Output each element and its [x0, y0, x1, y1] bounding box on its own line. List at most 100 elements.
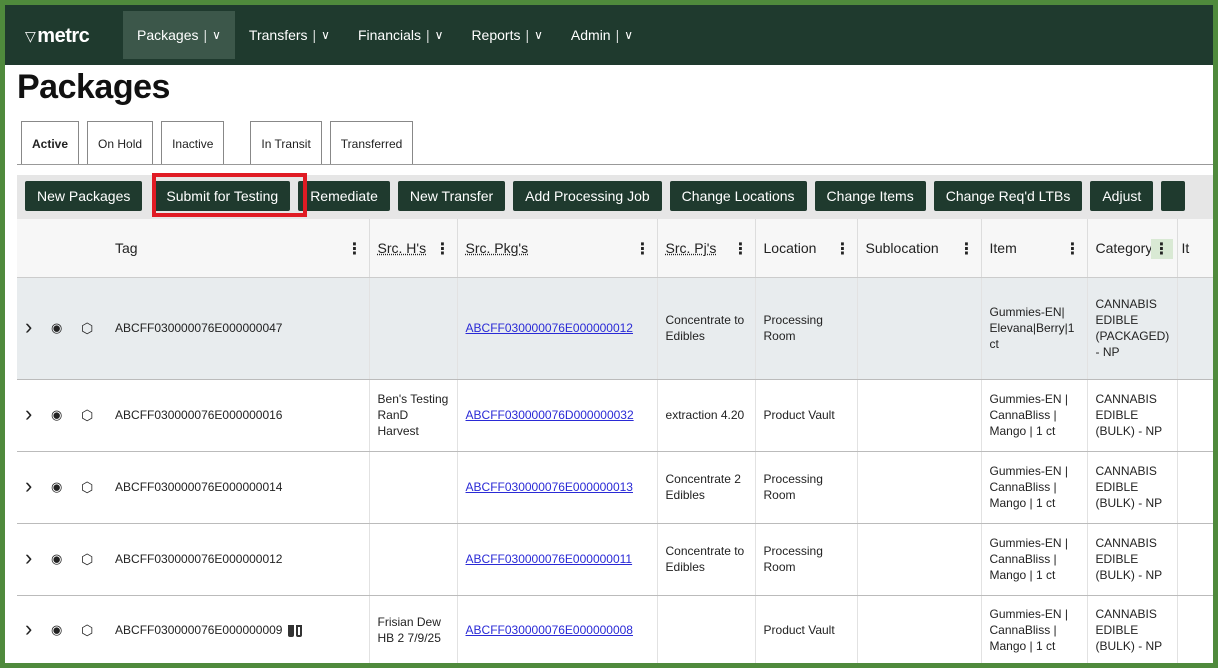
column-menu-icon[interactable]: ⋮ — [435, 239, 451, 259]
tab-inactive[interactable]: Inactive — [161, 121, 225, 165]
header-label: Sublocation — [865, 239, 939, 256]
tab-active[interactable]: Active — [21, 121, 80, 165]
header-label: It — [1181, 239, 1190, 256]
nav-label: Admin — [570, 27, 611, 43]
test-tube-icon — [287, 624, 294, 637]
column-header-location[interactable]: Location ⋮ — [755, 219, 858, 278]
chevron-down-icon[interactable]: ∨ — [534, 28, 543, 42]
cell-src-h — [369, 523, 458, 596]
nav-label: Packages — [137, 27, 199, 43]
more-button[interactable] — [1161, 181, 1186, 211]
eye-icon[interactable]: ◉ — [51, 407, 62, 422]
cell-src-pkg: ABCFF030000076E000000011 — [457, 523, 658, 596]
package-tag: ABCFF030000076E000000012 — [115, 552, 283, 566]
chevron-right-icon[interactable]: › — [25, 545, 32, 570]
eye-icon[interactable]: ◉ — [51, 622, 62, 637]
nav-admin[interactable]: Admin | ∨ — [557, 5, 647, 65]
chevron-down-icon[interactable]: ∨ — [212, 28, 221, 42]
cell-location: Processing Room — [755, 523, 858, 596]
chevron-down-icon[interactable]: ∨ — [624, 28, 633, 42]
eye-icon[interactable]: ◉ — [51, 551, 62, 566]
tab-in-transit[interactable]: In Transit — [250, 121, 322, 165]
column-menu-icon[interactable]: ⋮ — [635, 239, 651, 259]
table-row[interactable]: › ◉ ⬡ ABCFF030000076E000000016 Ben's Testin… — [17, 379, 1213, 452]
adjust-button[interactable]: Adjust — [1090, 181, 1154, 211]
cell-tag: ABCFF030000076E000000009 — [107, 595, 370, 663]
box-icon: ⬡ — [81, 406, 94, 423]
cell-src-pj — [657, 595, 756, 663]
chevron-down-icon[interactable]: ∨ — [435, 28, 444, 42]
chevron-right-icon[interactable]: › — [25, 314, 32, 339]
nav-financials[interactable]: Financials | ∨ — [344, 5, 457, 65]
chevron-right-icon[interactable]: › — [25, 616, 32, 641]
tab-on-hold[interactable]: On Hold — [87, 121, 154, 165]
column-header-category[interactable]: Category ⋮ — [1087, 219, 1178, 278]
page-title: Packages — [17, 68, 170, 106]
metrc-logo[interactable]: ▽ metrc — [25, 25, 90, 48]
column-header-src-pj[interactable]: Src. Pj's ⋮ — [657, 219, 756, 278]
header-label: Src. H's — [377, 239, 427, 256]
table-row[interactable]: › ◉ ⬡ ABCFF030000076E000000047 ABCFF0300000… — [17, 277, 1213, 380]
column-header-it[interactable]: It — [1177, 219, 1213, 278]
tab-transferred[interactable]: Transferred — [329, 121, 414, 165]
change-locations-button[interactable]: Change Locations — [669, 181, 807, 211]
source-package-link[interactable]: ABCFF030000076E000000008 — [466, 623, 633, 637]
cell-location: Processing Room — [755, 451, 858, 524]
table-row[interactable]: › ◉ ⬡ ABCFF030000076E000000014 ABCFF0300000… — [17, 451, 1213, 524]
source-package-link[interactable]: ABCFF030000076D000000032 — [466, 408, 634, 422]
cell-tag: ABCFF030000076E000000012 — [107, 523, 370, 596]
chevron-right-icon[interactable]: › — [25, 401, 32, 426]
add-processing-job-button[interactable]: Add Processing Job — [513, 181, 662, 211]
column-menu-icon[interactable]: ⋮ — [959, 239, 975, 259]
cell-it — [1177, 379, 1213, 452]
box-icon: ⬡ — [81, 319, 94, 336]
column-menu-icon[interactable]: ⋮ — [733, 239, 749, 259]
new-transfer-button[interactable]: New Transfer — [397, 181, 506, 211]
chevron-down-icon[interactable]: ∨ — [321, 28, 330, 42]
column-menu-icon[interactable]: ⋮ — [1065, 239, 1081, 259]
nav-packages[interactable]: Packages | ∨ — [123, 11, 235, 59]
package-tag: ABCFF030000076E000000014 — [115, 480, 283, 494]
table-row[interactable]: › ◉ ⬡ ABCFF030000076E000000009 Frisian Dew … — [17, 595, 1213, 663]
cell-src-pj: extraction 4.20 — [657, 379, 756, 452]
nav-reports[interactable]: Reports | ∨ — [457, 5, 556, 65]
change-items-button[interactable]: Change Items — [814, 181, 926, 211]
package-tag: ABCFF030000076E000000016 — [115, 408, 283, 422]
eye-icon[interactable]: ◉ — [51, 479, 62, 494]
eye-icon[interactable]: ◉ — [51, 320, 62, 335]
table-row[interactable]: › ◉ ⬡ ABCFF030000076E000000012 ABCFF0300000… — [17, 523, 1213, 596]
header-label: Category — [1095, 239, 1153, 256]
cell-src-pj: Concentrate to Edibles — [657, 277, 756, 380]
column-header-item[interactable]: Item ⋮ — [981, 219, 1088, 278]
cell-it — [1177, 523, 1213, 596]
column-header-src-h[interactable]: Src. H's ⋮ — [369, 219, 458, 278]
box-icon: ⬡ — [81, 550, 94, 567]
source-package-link[interactable]: ABCFF030000076E000000013 — [466, 480, 633, 494]
source-package-link[interactable]: ABCFF030000076E000000012 — [466, 321, 633, 335]
nav-separator: | — [426, 27, 430, 43]
cell-src-pkg: ABCFF030000076E000000008 — [457, 595, 658, 663]
column-menu-icon[interactable]: ⋮ — [347, 239, 363, 259]
column-header-sublocation[interactable]: Sublocation ⋮ — [857, 219, 982, 278]
change-reqd-ltbs-button[interactable]: Change Req'd LTBs — [933, 181, 1083, 211]
cell-item: Gummies-EN| Elevana|Berry|1 ct — [981, 277, 1088, 380]
column-header-src-pkg[interactable]: Src. Pkg's ⋮ — [457, 219, 658, 278]
header-label: Item — [989, 239, 1017, 256]
column-menu-icon[interactable]: ⋮ — [835, 239, 851, 259]
cell-sublocation — [857, 277, 982, 380]
new-packages-button[interactable]: New Packages — [25, 181, 143, 211]
nav-transfers[interactable]: Transfers | ∨ — [235, 5, 344, 65]
column-header-tag[interactable]: Tag ⋮ — [107, 219, 370, 278]
table-header-row: Tag ⋮ Src. H's ⋮ Src. Pkg's ⋮ Src. Pj's ⋮ Lo… — [17, 219, 1213, 278]
cell-src-h — [369, 451, 458, 524]
chevron-right-icon[interactable]: › — [25, 473, 32, 498]
cell-src-pj: Concentrate to Edibles — [657, 523, 756, 596]
cell-src-pkg: ABCFF030000076E000000013 — [457, 451, 658, 524]
column-menu-icon[interactable]: ⋮ — [1150, 239, 1173, 259]
cell-item: Gummies-EN | CannaBliss | Mango | 1 ct — [981, 451, 1088, 524]
header-spacer — [17, 219, 108, 278]
nav-label: Transfers — [248, 27, 308, 43]
remediate-button[interactable]: Remediate — [298, 181, 390, 211]
cell-src-pkg: ABCFF030000076E000000012 — [457, 277, 658, 380]
source-package-link[interactable]: ABCFF030000076E000000011 — [466, 552, 633, 566]
